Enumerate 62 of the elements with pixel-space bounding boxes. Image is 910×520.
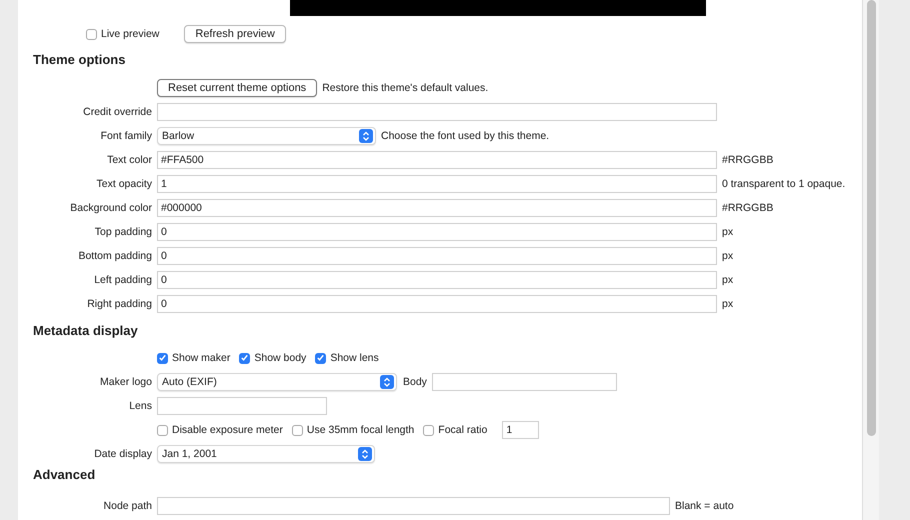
field-hint: px	[722, 298, 734, 310]
checkbox-icon[interactable]	[157, 424, 168, 436]
field-label: Credit override	[82, 106, 153, 118]
field-label: Text opacity	[96, 178, 153, 190]
text-field[interactable]: 0	[157, 247, 717, 265]
text-field[interactable]: 0	[157, 295, 717, 313]
field-hint: 0 transparent to 1 opaque.	[722, 178, 846, 190]
field-label: Right padding	[86, 298, 153, 310]
focal-ratio-field[interactable]: 1	[502, 421, 540, 439]
section-heading: Advanced	[32, 466, 96, 484]
checkbox-icon[interactable]	[423, 424, 434, 436]
field-hint: #RRGGBB	[722, 202, 774, 214]
text-field[interactable]: #000000	[157, 199, 717, 217]
field-label: Text color	[106, 154, 153, 166]
text-field[interactable]: 0	[157, 271, 717, 289]
checkbox-icon[interactable]	[86, 28, 97, 40]
lens-field[interactable]	[157, 397, 327, 415]
live-preview-checkbox[interactable]: Live preview	[86, 28, 160, 40]
option-checkbox[interactable]: Disable exposure meter	[157, 424, 283, 436]
checkbox-icon[interactable]	[292, 424, 303, 436]
stepper-icon	[359, 129, 373, 143]
maker-logo-select[interactable]: Auto (EXIF)	[157, 373, 397, 391]
show-checkbox[interactable]: Show maker	[157, 352, 230, 364]
refresh-preview-button[interactable]: Refresh preview	[184, 25, 286, 43]
date-display-select[interactable]: Jan 1, 2001	[157, 445, 375, 463]
field-hint: Choose the font used by this theme.	[381, 130, 550, 142]
option-checkbox[interactable]: Focal ratio	[423, 424, 488, 436]
field-label: Background color	[69, 202, 153, 214]
field-hint: px	[722, 226, 734, 238]
stepper-icon	[380, 375, 394, 389]
text-field[interactable]: 0	[157, 223, 717, 241]
field-hint: px	[722, 250, 734, 262]
text-field[interactable]: #FFA500	[157, 151, 717, 169]
field-label: Date display	[93, 448, 153, 460]
text-field[interactable]	[157, 103, 717, 121]
field-hint: Blank = auto	[675, 500, 734, 512]
checkbox-icon[interactable]	[239, 352, 250, 364]
section-heading: Theme options	[32, 51, 126, 69]
checkbox-icon[interactable]	[315, 352, 326, 364]
field-label: Top padding	[94, 226, 153, 238]
body-field[interactable]	[432, 373, 617, 391]
section-heading: Metadata display	[32, 322, 139, 340]
node-path-field[interactable]	[157, 497, 670, 515]
option-checkbox[interactable]: Use 35mm focal length	[292, 424, 414, 436]
field-hint: Restore this theme's default values.	[322, 82, 488, 94]
field-hint: px	[722, 274, 734, 286]
font-family-select[interactable]: Barlow	[157, 127, 376, 145]
scrollbar[interactable]	[862, 0, 879, 520]
field-label: Body	[403, 376, 427, 388]
field-label: Bottom padding	[77, 250, 153, 262]
field-label: Maker logo	[99, 376, 153, 388]
stepper-icon	[358, 447, 372, 461]
field-label: Left padding	[93, 274, 153, 286]
field-label: Node path	[102, 500, 153, 512]
show-checkbox[interactable]: Show body	[239, 352, 306, 364]
field-hint: #RRGGBB	[722, 154, 774, 166]
checkbox-icon[interactable]	[157, 352, 168, 364]
reset-theme-button[interactable]: Reset current theme options	[157, 79, 318, 97]
text-field[interactable]: 1	[157, 175, 717, 193]
field-label: Lens	[128, 400, 153, 412]
show-checkbox[interactable]: Show lens	[315, 352, 379, 364]
field-label: Font family	[100, 130, 153, 142]
